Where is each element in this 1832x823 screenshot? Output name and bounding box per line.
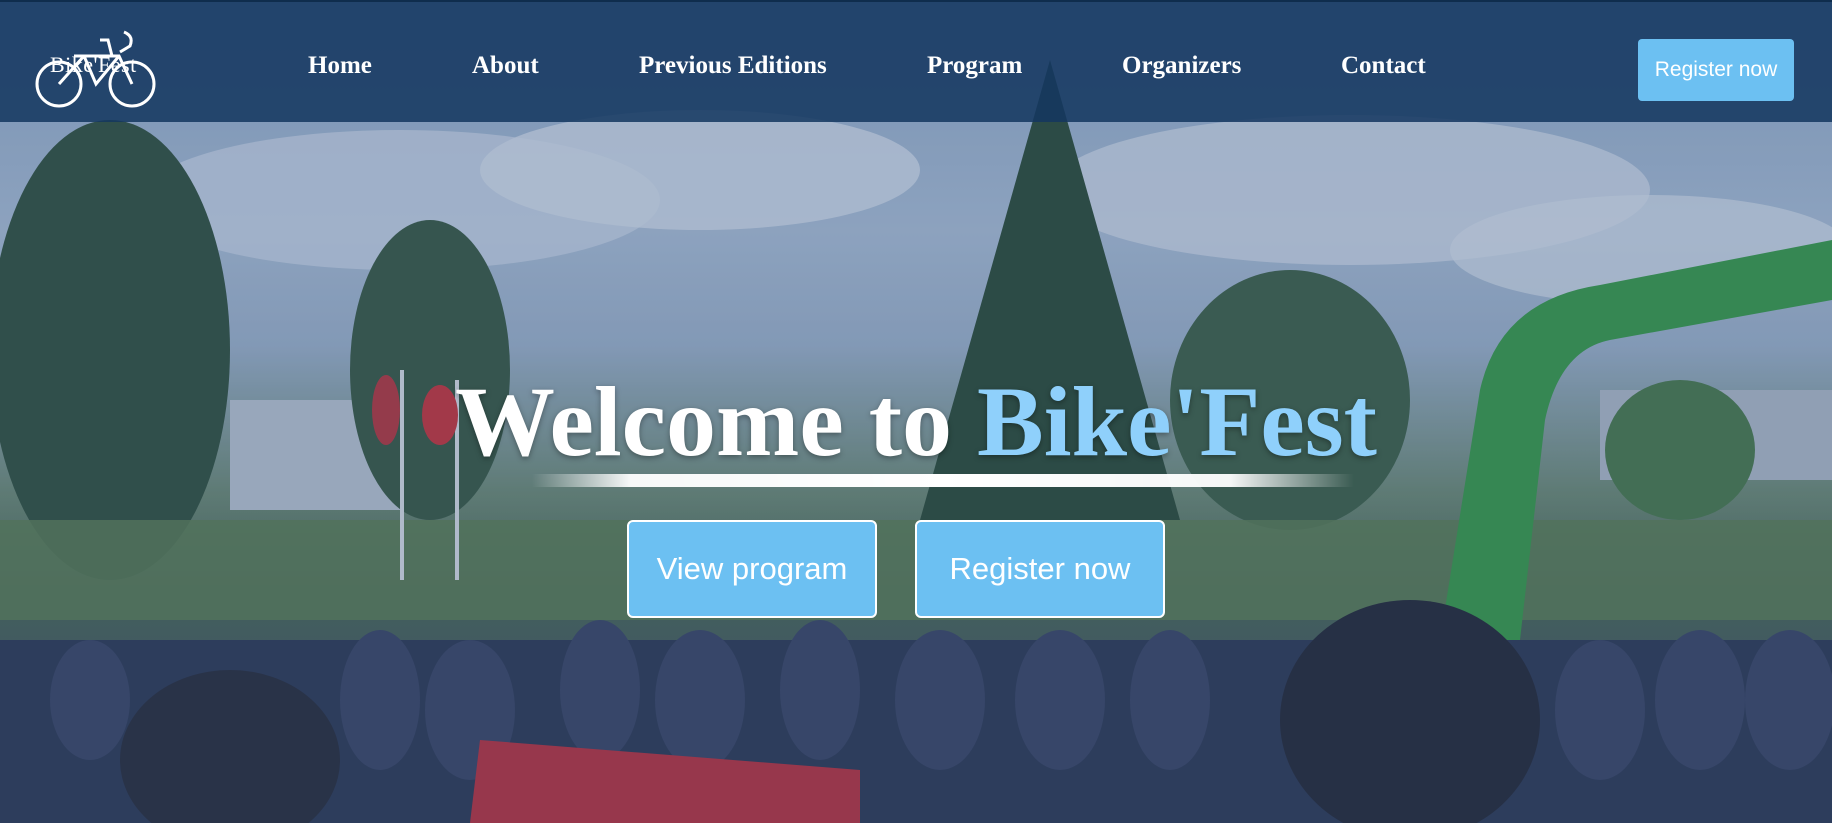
hero-title-brand: Bike'Fest bbox=[977, 366, 1377, 477]
hero-title-underline bbox=[532, 474, 1354, 487]
hero-title-welcome: Welcome to bbox=[455, 366, 953, 477]
register-now-hero-button[interactable]: Register now bbox=[915, 520, 1165, 618]
nav-organizers[interactable]: Organizers bbox=[1122, 52, 1241, 80]
nav-contact[interactable]: Contact bbox=[1341, 52, 1426, 80]
nav-home[interactable]: Home bbox=[308, 52, 372, 80]
site-logo[interactable]: Bike'Fest bbox=[34, 22, 160, 110]
register-now-nav-button[interactable]: Register now bbox=[1638, 39, 1794, 101]
logo-text: Bike'Fest bbox=[50, 52, 137, 77]
nav-about[interactable]: About bbox=[472, 52, 539, 80]
nav-program[interactable]: Program bbox=[927, 52, 1022, 80]
view-program-button[interactable]: View program bbox=[627, 520, 877, 618]
hero-title: Welcome to Bike'Fest bbox=[0, 372, 1832, 472]
nav-previous-editions[interactable]: Previous Editions bbox=[639, 52, 827, 80]
navbar: Bike'Fest Home About Previous Editions P… bbox=[0, 0, 1832, 122]
